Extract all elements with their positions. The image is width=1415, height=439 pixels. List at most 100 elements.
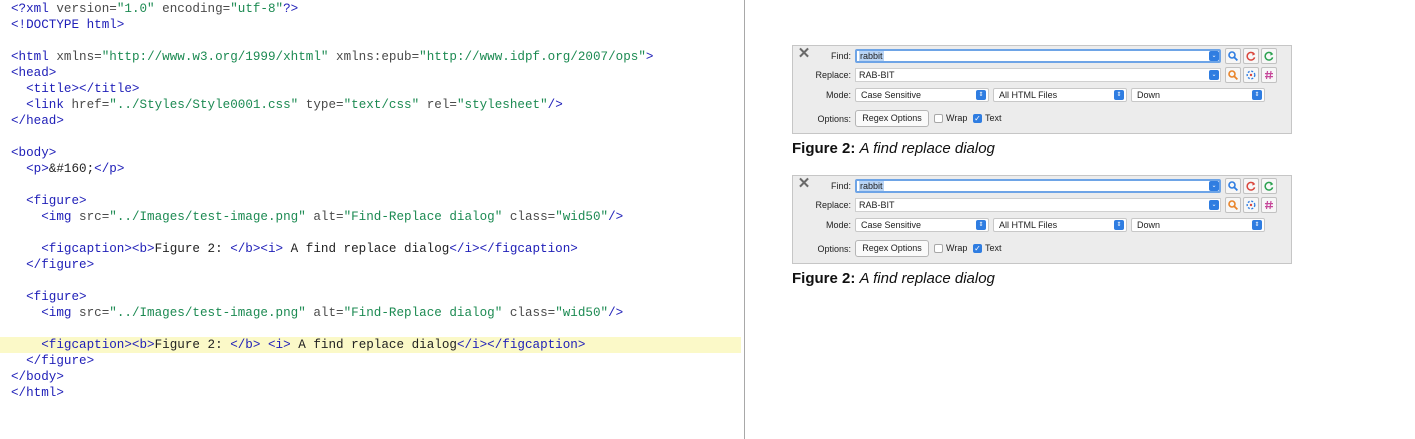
replace-button [1243,178,1259,194]
code-line[interactable]: <link href="../Styles/Style0001.css" typ… [0,97,741,113]
find-next-button [1225,178,1241,194]
count-button [1243,197,1259,213]
code-line[interactable]: <img src="../Images/test-image.png" alt=… [0,305,741,321]
code-token: <figure> [26,290,87,304]
code-token: <!DOCTYPE html> [11,18,125,32]
code-token: xmlns= [56,50,102,64]
code-editor[interactable]: <?xml version="1.0" encoding="utf-8"?> <!… [0,0,744,439]
code-line[interactable] [0,33,741,49]
code-token: </body> [11,370,64,384]
replace-field: RAB-BIT ⌄ [855,198,1221,212]
mode-label: Mode: [825,220,851,230]
figure-caption: Figure 2: A find replace dialog [792,140,995,157]
find-label: Find: [830,51,851,61]
mode-value: Case Sensitive [861,220,922,230]
code-line[interactable]: </head> [0,113,741,129]
code-token: class= [502,306,556,320]
code-token: "../Images/test-image.png" [109,210,306,224]
updown-icon: ⇕ [1114,90,1124,100]
code-line[interactable]: </body> [0,369,741,385]
code-token: alt= [305,210,344,224]
scope-value: All HTML Files [999,90,1058,100]
code-line[interactable]: <figure> [0,289,741,305]
code-line[interactable]: </html> [0,385,741,401]
code-line[interactable]: <body> [0,145,741,161]
count-button [1243,67,1259,83]
caption-italic: A find replace dialog [859,270,995,287]
code-line[interactable]: <html xmlns="http://www.w3.org/1999/xhtm… [0,49,741,65]
code-line[interactable] [0,177,741,193]
mode-select: Case Sensitive ⇕ [855,218,989,232]
code-line[interactable] [0,225,741,241]
code-line[interactable]: </figure> [0,257,741,273]
code-token: /> [547,98,563,112]
code-line[interactable]: <img src="../Images/test-image.png" alt=… [0,209,741,225]
replace-all-button [1261,178,1277,194]
code-line[interactable]: <p>&#160;</p> [0,161,741,177]
code-line[interactable]: <figcaption><b>Figure 2: </b><i> A find … [0,241,741,257]
caption-bold: Figure 2: [792,270,856,287]
count-icon [1246,200,1256,210]
code-line-highlighted[interactable]: <figcaption><b>Figure 2: </b> <i> A find… [0,337,741,353]
code-token: ?> [283,2,299,16]
replace-label: Replace: [815,200,851,210]
code-token: Figure 2: [154,338,231,352]
replace-current-button [1225,67,1241,83]
replace-all-button [1261,48,1277,64]
replace-value: RAB-BIT [859,200,895,210]
code-token: "http://www.idpf.org/2007/ops" [419,50,646,64]
code-line[interactable]: <title></title> [0,81,741,97]
code-token: <p> [26,162,49,176]
wrap-label: Wrap [946,243,968,253]
hash-icon [1265,70,1273,80]
mode-label: Mode: [825,90,851,100]
search-icon [1228,181,1238,191]
scope-select: All HTML Files ⇕ [993,88,1127,102]
code-token: </b><i> [230,242,284,256]
code-token: "text/css" [343,98,420,112]
code-line[interactable] [0,273,741,289]
direction-select: Down ⇕ [1131,218,1265,232]
refresh-icon [1246,181,1256,191]
code-token: <link [26,98,72,112]
options-label: Options: [817,114,851,124]
code-line[interactable] [0,129,741,145]
mode-select: Case Sensitive ⇕ [855,88,989,102]
count-icon [1246,70,1256,80]
code-token: <html [11,50,57,64]
code-token: "utf-8" [230,2,284,16]
code-token: src= [79,306,110,320]
code-token: "Find-Replace dialog" [343,210,503,224]
code-token: rel= [419,98,457,112]
code-line[interactable]: <head> [0,65,741,81]
code-line[interactable]: <?xml version="1.0" encoding="utf-8"?> [0,1,741,17]
code-token: > [645,50,654,64]
code-token: "wid50" [555,306,609,320]
code-token: xmlns:epub= [328,50,420,64]
preview-pane: ✕ Find: rabbit ⌄ Replace: RAB-BIT ⌄ Mode: … [745,0,1415,439]
code-line[interactable] [0,321,741,337]
code-line[interactable]: <figure> [0,193,741,209]
text-checkbox: ✓ [973,114,982,123]
find-value: rabbit [859,181,884,191]
find-value: rabbit [859,51,884,61]
code-token: "1.0" [116,2,155,16]
find-field: rabbit ⌄ [855,49,1221,63]
wrap-checkbox [934,114,943,123]
find-replace-dialog-image: ✕ Find: rabbit ⌄ Replace: RAB-BIT ⌄ Mode: … [792,45,1292,134]
code-token: </i></figcaption> [456,338,586,352]
replace-all-icon [1264,181,1274,191]
code-line[interactable]: </figure> [0,353,741,369]
direction-select: Down ⇕ [1131,88,1265,102]
search-replace-icon [1228,70,1238,80]
find-next-button [1225,48,1241,64]
replace-button [1243,48,1259,64]
code-token: <head> [11,66,57,80]
code-token: /> [608,306,624,320]
code-line[interactable]: <!DOCTYPE html> [0,17,741,33]
